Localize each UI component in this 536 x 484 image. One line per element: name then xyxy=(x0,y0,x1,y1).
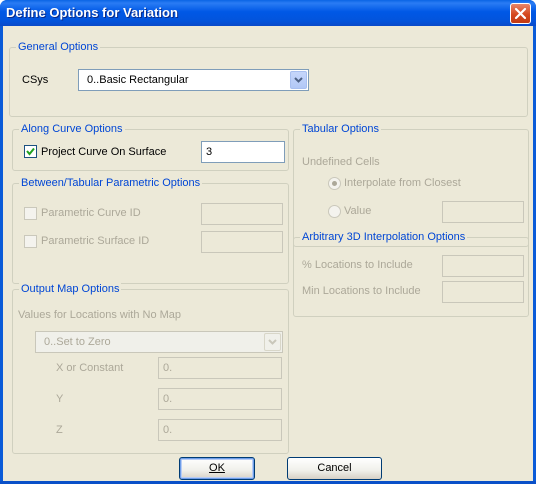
percent-locations-input[interactable] xyxy=(442,255,524,277)
window-title: Define Options for Variation xyxy=(6,5,178,20)
cancel-button-label: Cancel xyxy=(317,462,352,474)
csys-label: CSys xyxy=(22,74,49,86)
parametric-surface-checkbox[interactable] xyxy=(24,235,37,248)
min-locations-label: Min Locations to Include xyxy=(302,285,421,297)
between-tabular-options-legend: Between/Tabular Parametric Options xyxy=(19,176,203,190)
checkmark-icon xyxy=(26,147,35,156)
z-input[interactable]: 0. xyxy=(158,419,282,441)
no-map-dropdown-button[interactable] xyxy=(264,333,281,351)
arbitrary-3d-options-group: Arbitrary 3D Interpolation Options % Loc… xyxy=(293,230,529,317)
tabular-value-input[interactable] xyxy=(442,201,524,223)
output-map-options-legend: Output Map Options xyxy=(19,282,122,296)
value-radio[interactable] xyxy=(328,205,341,218)
chevron-down-icon xyxy=(268,339,277,345)
csys-dropdown-button[interactable] xyxy=(290,71,307,89)
tabular-options-legend: Tabular Options xyxy=(300,122,382,136)
csys-value: 0..Basic Rectangular xyxy=(87,74,189,86)
title-bar[interactable]: Define Options for Variation xyxy=(0,0,536,26)
along-curve-options-group: Along Curve Options Project Curve On Sur… xyxy=(12,122,289,171)
close-button[interactable] xyxy=(510,3,531,24)
value-label: Value xyxy=(344,205,372,217)
ok-button[interactable]: OK xyxy=(179,457,255,480)
parametric-curve-id-input[interactable] xyxy=(201,203,283,225)
interpolate-label: Interpolate from Closest xyxy=(344,177,461,189)
x-constant-input[interactable]: 0. xyxy=(158,357,282,379)
interpolate-radio[interactable] xyxy=(328,177,341,190)
min-locations-input[interactable] xyxy=(442,281,524,303)
undefined-cells-label: Undefined Cells xyxy=(302,156,380,168)
y-value: 0. xyxy=(163,393,173,405)
dialog-client: General Options CSys 0..Basic Rectangula… xyxy=(3,26,533,481)
cancel-button[interactable]: Cancel xyxy=(287,457,382,480)
no-map-label: Values for Locations with No Map xyxy=(18,309,182,321)
along-curve-options-legend: Along Curve Options xyxy=(19,122,125,136)
close-icon xyxy=(514,7,527,20)
between-tabular-options-group: Between/Tabular Parametric Options Param… xyxy=(12,176,289,284)
ok-button-label: OK xyxy=(209,462,225,474)
z-label: Z xyxy=(56,424,63,436)
general-options-legend: General Options xyxy=(16,40,101,54)
percent-locations-label: % Locations to Include xyxy=(302,259,413,271)
z-value: 0. xyxy=(163,424,173,436)
project-curve-input[interactable]: 3 xyxy=(201,141,285,163)
x-constant-value: 0. xyxy=(163,362,173,374)
csys-select[interactable]: 0..Basic Rectangular xyxy=(78,69,309,91)
general-options-group: General Options CSys 0..Basic Rectangula… xyxy=(9,40,528,117)
y-label: Y xyxy=(56,393,64,405)
chevron-down-icon xyxy=(294,77,303,83)
project-curve-label: Project Curve On Surface xyxy=(41,146,167,158)
project-curve-value: 3 xyxy=(206,146,213,158)
parametric-surface-label: Parametric Surface ID xyxy=(41,235,150,247)
x-constant-label: X or Constant xyxy=(56,362,124,374)
y-input[interactable]: 0. xyxy=(158,388,282,410)
project-curve-checkbox[interactable] xyxy=(24,145,37,158)
dialog-window: Define Options for Variation General Opt… xyxy=(0,0,536,484)
arbitrary-3d-options-legend: Arbitrary 3D Interpolation Options xyxy=(300,230,468,244)
parametric-curve-checkbox[interactable] xyxy=(24,207,37,220)
output-map-options-group: Output Map Options Values for Locations … xyxy=(12,282,289,454)
no-map-select[interactable]: 0..Set to Zero xyxy=(35,331,283,353)
parametric-surface-id-input[interactable] xyxy=(201,231,283,253)
no-map-value: 0..Set to Zero xyxy=(44,336,111,348)
parametric-curve-label: Parametric Curve ID xyxy=(41,207,141,219)
